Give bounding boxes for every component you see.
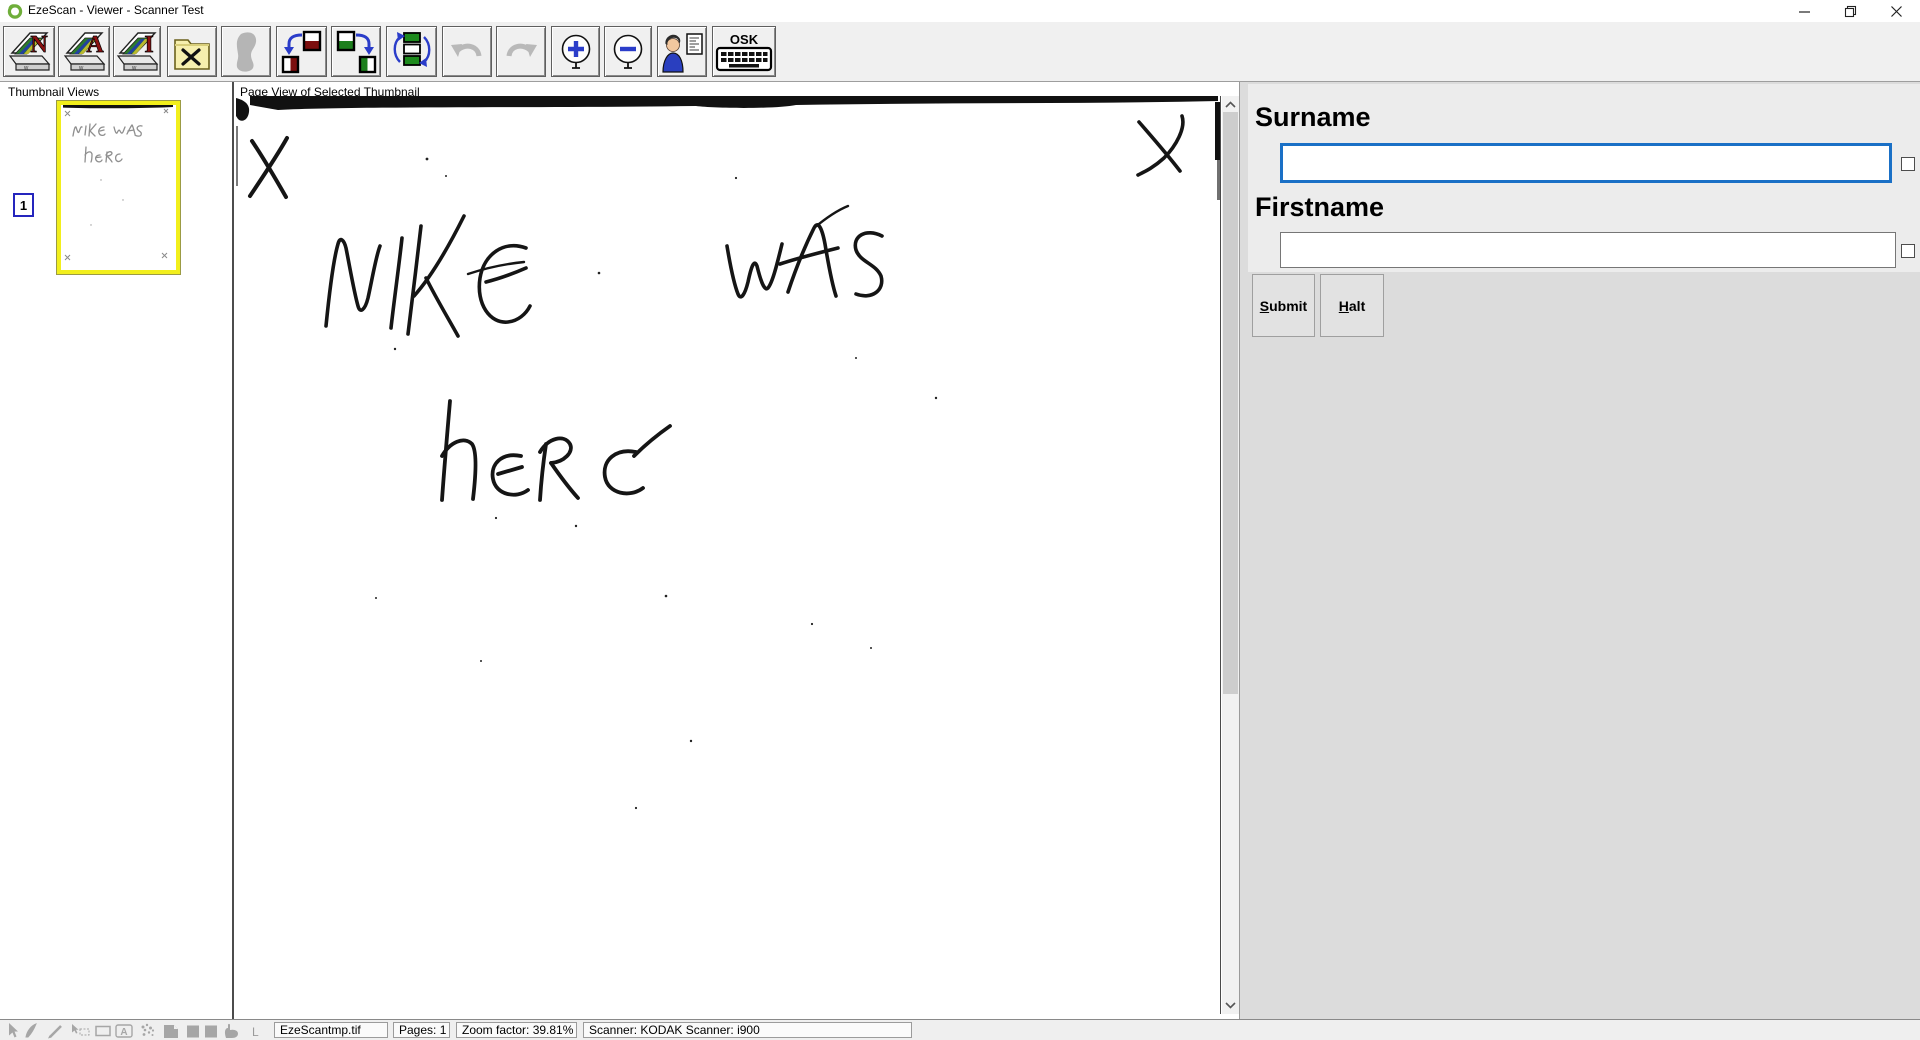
submit-rest: ubmit [1269, 298, 1307, 314]
title-bar: EzeScan - Viewer - Scanner Test [0, 0, 1920, 22]
scrollbar-thumb[interactable] [1223, 112, 1238, 694]
rectangle-tool-icon [96, 1027, 110, 1036]
on-screen-keyboard-icon [715, 46, 773, 72]
zoom-out-button[interactable] [604, 26, 652, 77]
ezescan-viewer-window: EzeScan - Viewer - Scanner Test w [0, 0, 1920, 1040]
move-page-left-icon [280, 29, 324, 75]
svg-text:A: A [86, 32, 104, 58]
move-page-left-button[interactable] [276, 26, 327, 77]
scroll-up-icon[interactable] [1224, 100, 1237, 110]
move-page-right-icon [334, 29, 378, 75]
indexing-operator-button[interactable] [657, 26, 707, 77]
move-page-right-button[interactable] [331, 26, 381, 77]
scan-append-icon: w A [62, 29, 106, 75]
thumbnail-panel-title: Thumbnail Views [8, 85, 99, 99]
scan-insert-icon: w I [115, 29, 159, 75]
zoom-in-icon [554, 29, 598, 75]
firstname-label: Firstname [1255, 192, 1384, 223]
scan-new-button[interactable]: w N [3, 26, 55, 77]
on-screen-keyboard-button[interactable]: OSK [712, 26, 776, 77]
status-pages: Pages: 1 [393, 1022, 450, 1038]
surname-input[interactable] [1280, 143, 1892, 183]
firstname-checkbox[interactable] [1901, 244, 1915, 258]
indexing-panel: Surname Firstname Submit Halt [1239, 82, 1920, 1019]
svg-text:L: L [252, 1025, 259, 1039]
status-zoom-factor: Zoom factor: 39.81% [456, 1022, 577, 1038]
submit-accel: S [1260, 298, 1269, 314]
annotation-tools-strip: A L [4, 1022, 269, 1039]
lasso-rect-icon [80, 1029, 89, 1035]
thumbnail-panel: Thumbnail Views [0, 82, 234, 1019]
block-tool-icon-1 [187, 1026, 199, 1038]
delete-document-button[interactable] [167, 26, 217, 77]
surname-label: Surname [1255, 102, 1371, 133]
page-view-canvas[interactable] [236, 96, 1221, 1014]
scroll-down-icon[interactable] [1224, 1000, 1237, 1010]
scan-append-button[interactable]: w A [58, 26, 110, 77]
pen-icon [26, 1024, 36, 1037]
zoom-out-icon [606, 29, 650, 75]
main-toolbar: w N w A w [0, 22, 1920, 82]
redo-icon [500, 30, 542, 74]
halt-rest: alt [1349, 298, 1365, 314]
svg-text:I: I [144, 32, 153, 58]
block-tool-icon-2 [205, 1026, 217, 1038]
svg-text:w: w [23, 65, 29, 71]
submit-button[interactable]: Submit [1252, 274, 1315, 337]
delete-folder-icon [171, 30, 213, 74]
svg-text:N: N [30, 32, 48, 58]
halt-button[interactable]: Halt [1320, 274, 1384, 337]
rotate-pages-icon [390, 29, 434, 75]
index-operator-icon [660, 30, 704, 74]
page-curl-fold [174, 1025, 178, 1029]
svg-text:w: w [78, 65, 84, 71]
thumbnail-page-number-badge[interactable]: 1 [13, 193, 34, 217]
restore-icon [1844, 5, 1857, 18]
thumbnail-scan-preview [61, 105, 176, 270]
svg-text:A: A [120, 1027, 127, 1038]
close-icon [1890, 5, 1903, 18]
window-title: EzeScan - Viewer - Scanner Test [28, 3, 204, 17]
scan-insert-button[interactable]: w I [113, 26, 161, 77]
redo-button-disabled [496, 26, 546, 77]
close-button[interactable] [1873, 0, 1919, 22]
status-scanner: Scanner: KODAK Scanner: i900 [583, 1022, 912, 1038]
hand-tool-icon [225, 1024, 238, 1038]
zoom-in-button[interactable] [551, 26, 600, 77]
svg-text:w: w [131, 65, 137, 71]
scanned-page-image [236, 96, 1221, 1014]
thumbnail-page-1[interactable] [57, 101, 180, 274]
firstname-input[interactable] [1280, 232, 1896, 268]
pencil-icon [50, 1026, 61, 1037]
stamp-tool-icon [142, 1024, 155, 1036]
undo-button-disabled [442, 26, 492, 77]
undo-icon [446, 30, 488, 74]
surname-checkbox[interactable] [1901, 157, 1915, 171]
restore-button[interactable] [1827, 0, 1873, 22]
ezescan-logo-icon [7, 3, 23, 19]
scan-new-icon: w N [7, 29, 51, 75]
halt-accel: H [1339, 298, 1349, 314]
rotate-pages-button[interactable] [386, 26, 437, 77]
minimize-icon [1798, 5, 1811, 18]
status-filename: EzeScantmp.tif [274, 1022, 388, 1038]
page-vertical-scrollbar[interactable] [1222, 96, 1239, 1014]
stamp-tool-button-disabled [221, 26, 271, 77]
minimize-button[interactable] [1781, 0, 1827, 22]
status-bar: A L EzeScantmp.tif Pages: 1 Zoom factor:… [0, 1019, 1920, 1040]
select-arrow-icon [72, 1024, 79, 1034]
osk-label: OSK [730, 33, 758, 46]
cursor-icon [9, 1023, 18, 1038]
stamp-blob-icon [225, 30, 267, 74]
